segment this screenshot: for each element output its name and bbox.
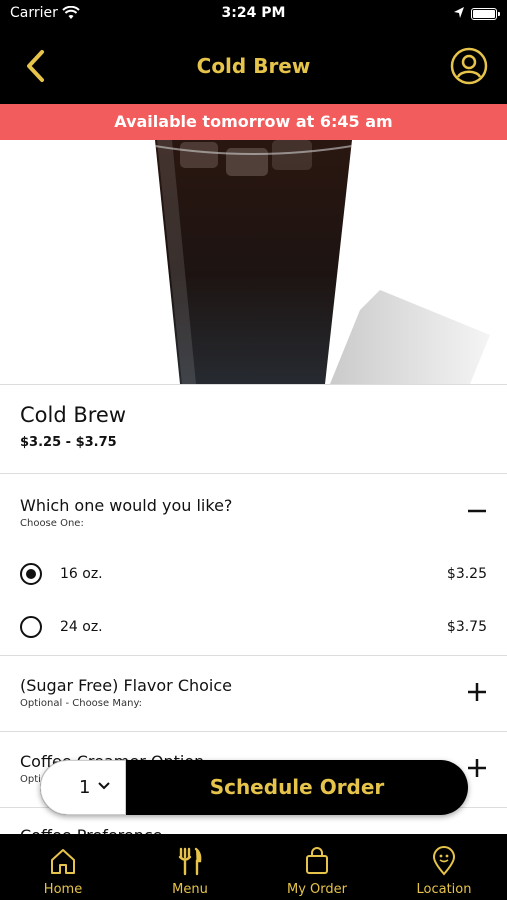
tab-home[interactable]: Home [0, 834, 126, 900]
radio-selected-icon[interactable] [20, 563, 42, 585]
collapse-minus-icon[interactable] [465, 499, 489, 523]
expand-plus-icon[interactable] [465, 756, 489, 780]
availability-banner: Available tomorrow at 6:45 am [0, 104, 507, 140]
chevron-down-icon [98, 782, 110, 790]
product-name: Cold Brew [20, 403, 127, 427]
size-section: Which one would you like? Choose One: 16… [0, 474, 507, 656]
order-bar: 1 Schedule Order [40, 760, 468, 815]
battery-icon [471, 8, 500, 20]
navigation-bar: Cold Brew [0, 28, 507, 104]
product-image [0, 140, 507, 384]
tab-menu[interactable]: Menu [127, 834, 253, 900]
expand-plus-icon[interactable] [465, 680, 489, 704]
option-price: $3.25 [446, 566, 487, 582]
tab-bar: Home Menu My Order Location [0, 834, 507, 900]
size-section-title: Which one would you like? [20, 496, 233, 515]
home-icon [51, 849, 75, 874]
flavor-section[interactable]: (Sugar Free) Flavor Choice Optional - Ch… [0, 656, 507, 732]
location-pin-icon [432, 846, 456, 876]
size-option-24oz[interactable]: 24 oz. $3.75 [0, 601, 507, 653]
radio-unselected-icon[interactable] [20, 616, 42, 638]
coffee-preference-title: Coffee Preference [20, 826, 163, 834]
product-header: Cold Brew $3.25 - $3.75 [0, 384, 507, 474]
location-arrow-icon [454, 7, 464, 18]
option-price: $3.75 [446, 619, 487, 635]
tab-location[interactable]: Location [381, 834, 507, 900]
quantity-selector[interactable]: 1 [40, 760, 126, 815]
option-label: 24 oz. [60, 619, 103, 635]
page-title: Cold Brew [196, 54, 311, 78]
size-option-16oz[interactable]: 16 oz. $3.25 [0, 548, 507, 600]
tab-my-order[interactable]: My Order [254, 834, 380, 900]
option-label: 16 oz. [60, 566, 103, 582]
flavor-section-subtitle: Optional - Choose Many: [20, 698, 142, 709]
size-section-subtitle: Choose One: [20, 518, 84, 529]
status-bar: Carrier 3:24 PM [0, 0, 507, 28]
profile-icon[interactable] [449, 46, 489, 86]
tab-label: Home [43, 882, 83, 897]
product-price-range: $3.25 - $3.75 [20, 435, 117, 450]
tab-label: Menu [172, 882, 208, 897]
status-time: 3:24 PM [221, 5, 286, 21]
flavor-section-title: (Sugar Free) Flavor Choice [20, 676, 233, 695]
schedule-order-button[interactable]: Schedule Order [126, 760, 468, 815]
shopping-bag-icon [306, 847, 328, 874]
fork-knife-icon [178, 847, 202, 876]
tab-label: My Order [287, 882, 347, 897]
quantity-value: 1 [79, 777, 91, 798]
tab-label: Location [416, 882, 472, 897]
